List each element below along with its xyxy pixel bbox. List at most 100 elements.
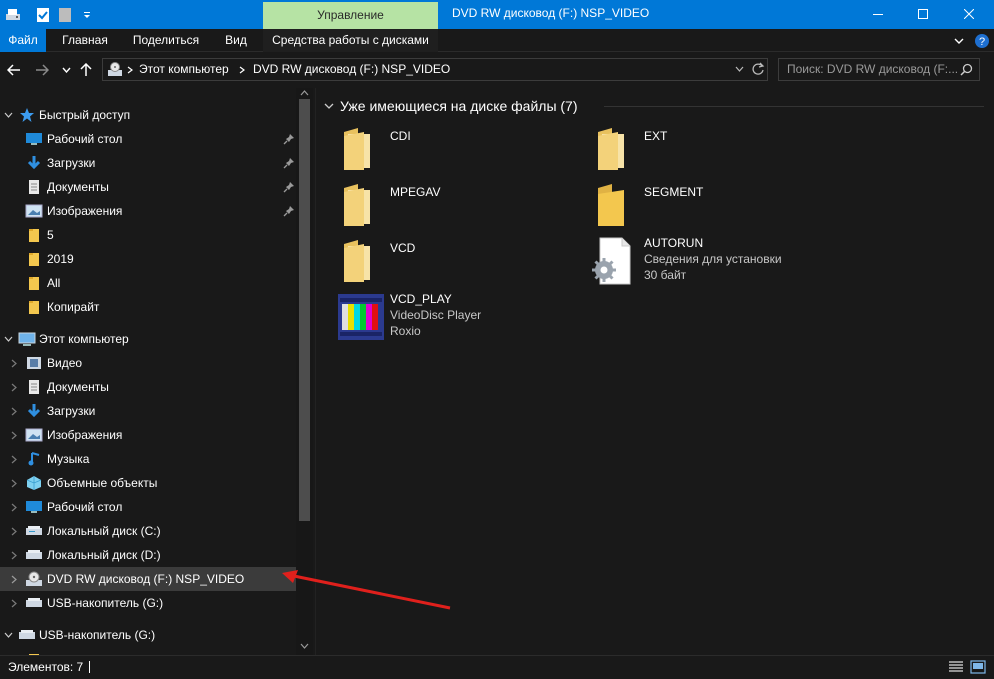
download-icon — [25, 154, 43, 172]
new-folder-icon[interactable] — [56, 6, 74, 24]
details-view-icon[interactable] — [948, 660, 964, 674]
tree-item-3d-objects[interactable]: Объемные объекты — [0, 471, 296, 495]
drive-icon[interactable] — [4, 6, 22, 24]
chevron-down-icon — [61, 67, 71, 73]
tree-label: Документы — [47, 180, 109, 194]
tree-item-music[interactable]: Музыка — [0, 447, 296, 471]
chevron-right-icon[interactable] — [9, 406, 19, 416]
manage-tab[interactable]: Управление — [263, 2, 438, 29]
arrow-right-icon — [36, 64, 49, 76]
collapse-ribbon-icon[interactable] — [954, 37, 964, 45]
file-item-cdi[interactable]: CDI — [336, 124, 586, 180]
tree-item-folder-copyright[interactable]: Копирайт — [0, 295, 296, 319]
back-button[interactable] — [4, 60, 24, 80]
chevron-right-icon[interactable] — [9, 478, 19, 488]
tab-home[interactable]: Главная — [52, 29, 118, 52]
tree-item-folder-all[interactable]: All — [0, 271, 296, 295]
breadcrumb-dvd-drive[interactable]: DVD RW дисковод (F:) NSP_VIDEO — [253, 59, 450, 80]
maximize-button[interactable] — [900, 0, 946, 27]
qat-dropdown-icon[interactable] — [78, 6, 96, 24]
tree-item-desktop[interactable]: Рабочий стол — [0, 127, 296, 151]
title-bar: Управление DVD RW дисковод (F:) NSP_VIDE… — [0, 0, 994, 29]
pictures-icon — [25, 426, 43, 444]
tree-this-pc[interactable]: Этот компьютер — [0, 327, 296, 351]
file-item-vcd[interactable]: VCD — [336, 236, 586, 292]
chevron-right-icon[interactable] — [9, 526, 19, 536]
chevron-down-icon[interactable] — [324, 102, 334, 110]
search-box[interactable]: Поиск: DVD RW дисковод (F:... — [778, 58, 980, 81]
tree-label: Локальный диск (D:) — [47, 548, 161, 562]
pin-icon[interactable] — [283, 133, 295, 145]
computer-icon — [18, 330, 36, 348]
address-bar[interactable]: Этот компьютер DVD RW дисковод (F:) NSP_… — [102, 58, 768, 81]
search-input[interactable]: Поиск: DVD RW дисковод (F:... — [787, 59, 958, 80]
tree-item-pictures[interactable]: Изображения — [0, 423, 296, 447]
tree-usb-root[interactable]: USB-накопитель (G:) — [0, 623, 296, 647]
tree-label: USB-накопитель (G:) — [47, 596, 164, 610]
tree-item-documents[interactable]: Документы — [0, 375, 296, 399]
chevron-down-icon[interactable] — [3, 110, 13, 120]
recent-locations-button[interactable] — [56, 60, 76, 80]
tree-item-dvd-drive[interactable]: DVD RW дисковод (F:) NSP_VIDEO — [0, 567, 296, 591]
chevron-down-icon[interactable] — [3, 630, 13, 640]
file-name: AUTORUN — [644, 236, 704, 250]
group-header[interactable]: Уже имеющиеся на диске файлы (7) — [324, 96, 578, 116]
folder-icon — [344, 240, 370, 282]
forward-button[interactable] — [32, 60, 52, 80]
search-icon[interactable] — [960, 63, 973, 76]
scroll-down-icon[interactable] — [300, 643, 309, 649]
tree-label: DVD RW дисковод (F:) NSP_VIDEO — [47, 572, 245, 586]
tree-item-folder-5[interactable]: 5 — [0, 223, 296, 247]
chevron-right-icon[interactable] — [9, 574, 19, 584]
tree-item-usb-drive[interactable]: USB-накопитель (G:) — [0, 591, 296, 615]
tree-item-video[interactable]: Видео — [0, 351, 296, 375]
file-item-ext[interactable]: EXT — [590, 124, 840, 180]
tree-item-documents[interactable]: Документы — [0, 175, 296, 199]
scroll-thumb[interactable] — [299, 99, 310, 521]
pin-icon[interactable] — [283, 157, 295, 169]
chevron-right-icon[interactable] — [9, 454, 19, 464]
tree-item-downloads[interactable]: Загрузки — [0, 151, 296, 175]
tree-quick-access[interactable]: Быстрый доступ — [0, 103, 296, 127]
drive-icon — [25, 522, 43, 540]
tree-item-folder-2019[interactable]: 2019 — [0, 247, 296, 271]
close-button[interactable] — [946, 0, 992, 27]
close-icon — [964, 8, 974, 19]
download-icon — [25, 402, 43, 420]
arrow-up-icon — [80, 63, 92, 76]
tree-item-drive-c[interactable]: Локальный диск (C:) — [0, 519, 296, 543]
up-button[interactable] — [76, 60, 96, 80]
scroll-up-icon[interactable] — [300, 90, 309, 96]
chevron-right-icon[interactable] — [9, 382, 19, 392]
tree-label: Загрузки — [47, 404, 96, 418]
breadcrumb-this-pc[interactable]: Этот компьютер — [139, 59, 229, 80]
tree-item-desktop[interactable]: Рабочий стол — [0, 495, 296, 519]
file-item-autorun[interactable]: AUTORUN Сведения для установки 30 байт — [590, 236, 840, 292]
tree-item-pictures[interactable]: Изображения — [0, 199, 296, 223]
pin-icon[interactable] — [283, 205, 295, 217]
pin-icon[interactable] — [283, 181, 295, 193]
chevron-down-icon[interactable] — [3, 334, 13, 344]
chevron-right-icon[interactable] — [9, 598, 19, 608]
tree-item-drive-d[interactable]: Локальный диск (D:) — [0, 543, 296, 567]
tab-disk-tools[interactable]: Средства работы с дисками — [263, 29, 438, 52]
folder-icon — [25, 226, 43, 244]
file-item-mpegav[interactable]: MPEGAV — [336, 180, 586, 236]
chevron-right-icon[interactable] — [9, 550, 19, 560]
address-dropdown-icon[interactable] — [735, 66, 744, 72]
tab-view[interactable]: Вид — [214, 29, 258, 52]
file-item-vcd-play[interactable]: VCD_PLAY VideoDisc Player Roxio — [336, 292, 586, 348]
chevron-right-icon[interactable] — [9, 430, 19, 440]
file-item-segment[interactable]: SEGMENT — [590, 180, 840, 236]
minimize-button[interactable] — [855, 0, 901, 27]
tab-share[interactable]: Поделиться — [124, 29, 208, 52]
refresh-icon[interactable] — [751, 62, 765, 76]
help-icon[interactable]: ? — [974, 33, 990, 49]
properties-icon[interactable] — [34, 6, 52, 24]
chevron-right-icon[interactable] — [9, 358, 19, 368]
chevron-right-icon[interactable] — [9, 502, 19, 512]
tree-item-downloads[interactable]: Загрузки — [0, 399, 296, 423]
music-icon — [25, 450, 43, 468]
large-icons-view-icon[interactable] — [970, 660, 986, 674]
tree-label: Документы — [47, 380, 109, 394]
